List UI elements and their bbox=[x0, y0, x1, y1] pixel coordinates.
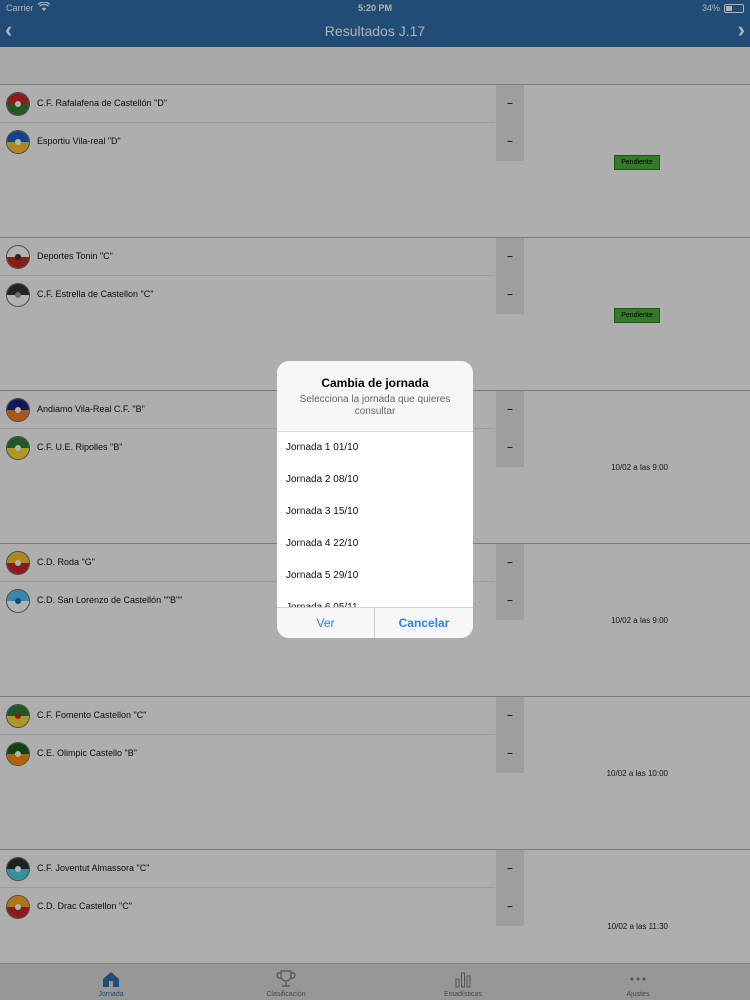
round-option[interactable]: Jornada 4 22/10 bbox=[277, 528, 473, 560]
round-option[interactable]: Jornada 3 15/10 bbox=[277, 496, 473, 528]
round-option[interactable]: Jornada 6 05/11 bbox=[277, 592, 473, 607]
cancel-button[interactable]: Cancelar bbox=[375, 608, 473, 638]
dialog-title: Cambia de jornada bbox=[321, 376, 429, 390]
dialog-subtitle: Selecciona la jornada que quieres consul… bbox=[299, 394, 451, 417]
round-option[interactable]: Jornada 1 01/10 bbox=[277, 432, 473, 464]
round-option[interactable]: Jornada 2 08/10 bbox=[277, 464, 473, 496]
dialog-buttons: Ver Cancelar bbox=[277, 607, 473, 638]
round-option[interactable]: Jornada 5 29/10 bbox=[277, 560, 473, 592]
round-picker[interactable]: Jornada 1 01/10 Jornada 2 08/10 Jornada … bbox=[277, 431, 473, 607]
change-round-dialog: Cambia de jornada Selecciona la jornada … bbox=[277, 361, 473, 638]
ver-button[interactable]: Ver bbox=[277, 608, 375, 638]
